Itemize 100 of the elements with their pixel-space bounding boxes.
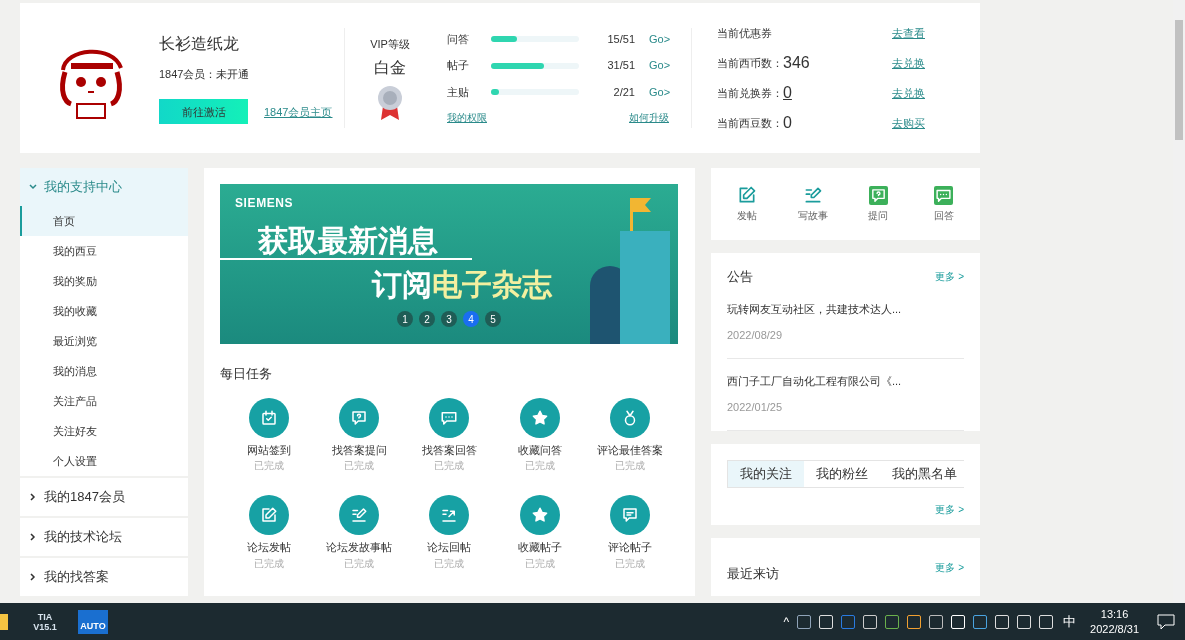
chevron-icon bbox=[28, 492, 38, 502]
notice-link[interactable]: 玩转网友互动社区，共建技术达人... bbox=[727, 300, 964, 317]
task-status: 已完成 bbox=[434, 459, 465, 473]
task-label: 找答案提问 bbox=[331, 442, 387, 458]
task-label: 论坛发帖 bbox=[247, 540, 292, 555]
upgrade-link[interactable]: 如何升级 bbox=[629, 110, 669, 126]
asset-label: 当前西豆数： bbox=[717, 115, 783, 131]
progress-label: 帖子 bbox=[447, 58, 470, 74]
quick-action-button[interactable]: 回答 bbox=[921, 185, 966, 223]
progress-count: 2/21 bbox=[612, 84, 635, 100]
go-link[interactable]: Go> bbox=[649, 83, 671, 101]
sidebar-item[interactable]: 我的消息 bbox=[20, 356, 188, 386]
my-rights-link[interactable]: 我的权限 bbox=[447, 110, 487, 126]
star-icon bbox=[530, 408, 549, 427]
vip-level-name: 白金 bbox=[374, 58, 406, 79]
sidebar-item[interactable]: 我的收藏 bbox=[20, 296, 188, 326]
task-status: 已完成 bbox=[344, 459, 375, 473]
task-status: 已完成 bbox=[344, 556, 375, 571]
tray-icon[interactable] bbox=[885, 614, 900, 629]
sidebar-group-label: 我的技术论坛 bbox=[44, 528, 122, 547]
notice-date: 2022/01/25 bbox=[727, 400, 784, 415]
banner-subline-highlight: 电子杂志 bbox=[432, 267, 552, 303]
sidebar-group[interactable]: 我的1847会员 bbox=[20, 478, 188, 516]
asset-value: 0 bbox=[783, 113, 792, 133]
chevron-icon bbox=[28, 182, 38, 192]
chevron-icon bbox=[28, 572, 38, 582]
quick-action-button[interactable]: 提问 bbox=[856, 185, 901, 223]
task-label: 评论最佳答案 bbox=[596, 442, 663, 458]
task-status: 已完成 bbox=[524, 459, 555, 473]
asset-link[interactable]: 去购买 bbox=[892, 114, 925, 132]
card-title: 公告 bbox=[727, 268, 753, 286]
tray-icon[interactable] bbox=[907, 614, 922, 629]
tray-icon[interactable] bbox=[797, 614, 812, 629]
question-bubble-icon bbox=[350, 408, 369, 427]
progress-count: 15/51 bbox=[606, 31, 635, 47]
task-label: 网站签到 bbox=[247, 442, 292, 458]
asset-label: 当前优惠券 bbox=[717, 25, 772, 41]
vip-level-label: VIP等级 bbox=[370, 36, 410, 52]
section-title: 每日任务 bbox=[220, 365, 273, 383]
sidebar-item[interactable]: 我的西豆 bbox=[20, 236, 188, 266]
notice-link[interactable]: 西门子工厂自动化工程有限公司《... bbox=[727, 372, 964, 389]
quick-action-button[interactable]: 写故事 bbox=[790, 185, 835, 223]
question-bubble-icon bbox=[869, 186, 887, 204]
more-link[interactable]: 更多 > bbox=[935, 269, 964, 285]
sidebar-item[interactable]: 最近浏览 bbox=[20, 326, 188, 356]
chevron-icon bbox=[28, 532, 38, 542]
asset-label: 当前兑换券： bbox=[717, 85, 783, 101]
more-link[interactable]: 更多 > bbox=[935, 559, 964, 575]
medal-badge-icon bbox=[375, 84, 405, 121]
tray-icon[interactable] bbox=[863, 614, 878, 629]
task-status: 已完成 bbox=[614, 459, 645, 473]
banner-brand: SIEMENS bbox=[235, 195, 294, 212]
tray-icon[interactable] bbox=[929, 614, 944, 629]
quick-action-button[interactable]: 发帖 bbox=[725, 185, 769, 223]
taskbar-app-button[interactable]: AUTO bbox=[78, 609, 108, 634]
progress-count: 31/51 bbox=[606, 58, 635, 74]
card-title: 最近来访 bbox=[727, 564, 779, 583]
activate-button[interactable]: 前往激活 bbox=[159, 99, 248, 125]
sidebar-group[interactable]: 我的找答案 bbox=[20, 558, 188, 596]
task-label: 评论帖子 bbox=[607, 540, 652, 555]
task-status: 已完成 bbox=[614, 556, 645, 571]
star-icon bbox=[530, 506, 549, 524]
sidebar-group[interactable]: 我的技术论坛 bbox=[20, 518, 188, 556]
task-label: 收藏问答 bbox=[517, 442, 562, 458]
asset-link[interactable]: 去查看 bbox=[892, 24, 925, 42]
asset-link[interactable]: 去兑换 bbox=[892, 54, 925, 72]
taskbar-app-button[interactable]: TIA V15.1 bbox=[32, 611, 58, 632]
notice-date: 2022/08/29 bbox=[727, 328, 784, 343]
calendar-check-icon bbox=[260, 408, 279, 427]
more-link[interactable]: 更多 > bbox=[935, 501, 964, 517]
go-link[interactable]: Go> bbox=[649, 57, 671, 74]
go-link[interactable]: Go> bbox=[649, 30, 671, 48]
progress-label: 问答 bbox=[447, 31, 470, 47]
clock[interactable]: 13:16 2022/8/31 bbox=[1090, 606, 1139, 637]
asset-label: 当前西币数： bbox=[717, 55, 783, 71]
comment-icon bbox=[620, 506, 639, 524]
sidebar-item[interactable]: 个人设置 bbox=[20, 446, 188, 476]
membership-status: 1847会员：未开通 bbox=[159, 66, 251, 82]
sidebar-item[interactable]: 我的奖励 bbox=[20, 266, 188, 296]
sidebar-group[interactable]: 我的支持中心 bbox=[20, 168, 188, 206]
tray-chevron[interactable]: ^ bbox=[783, 612, 790, 631]
notification-icon[interactable] bbox=[1157, 613, 1175, 630]
asset-link[interactable]: 去兑换 bbox=[892, 84, 925, 102]
sidebar-group-label: 我的支持中心 bbox=[44, 178, 122, 197]
scrollbar-thumb[interactable] bbox=[1175, 20, 1183, 140]
task-status: 已完成 bbox=[254, 459, 285, 473]
progress-label: 主贴 bbox=[447, 84, 470, 100]
sidebar-group-label: 我的1847会员 bbox=[44, 488, 125, 507]
task-status: 已完成 bbox=[434, 556, 465, 571]
sidebar-item[interactable]: 关注好友 bbox=[20, 416, 188, 446]
follow-tab[interactable]: 我的关注 bbox=[728, 460, 804, 487]
member-home-link[interactable]: 1847会员主页 bbox=[264, 103, 333, 120]
asset-value: 0 bbox=[783, 83, 792, 103]
task-status: 已完成 bbox=[254, 556, 285, 571]
task-label: 找答案回答 bbox=[422, 442, 477, 458]
sidebar-item[interactable]: 首页 bbox=[20, 206, 188, 236]
sidebar-item[interactable]: 关注产品 bbox=[20, 386, 188, 416]
banner-subline: 订阅 bbox=[372, 267, 432, 303]
ime-indicator[interactable]: 中 bbox=[1063, 611, 1077, 632]
edit-icon bbox=[737, 185, 757, 205]
